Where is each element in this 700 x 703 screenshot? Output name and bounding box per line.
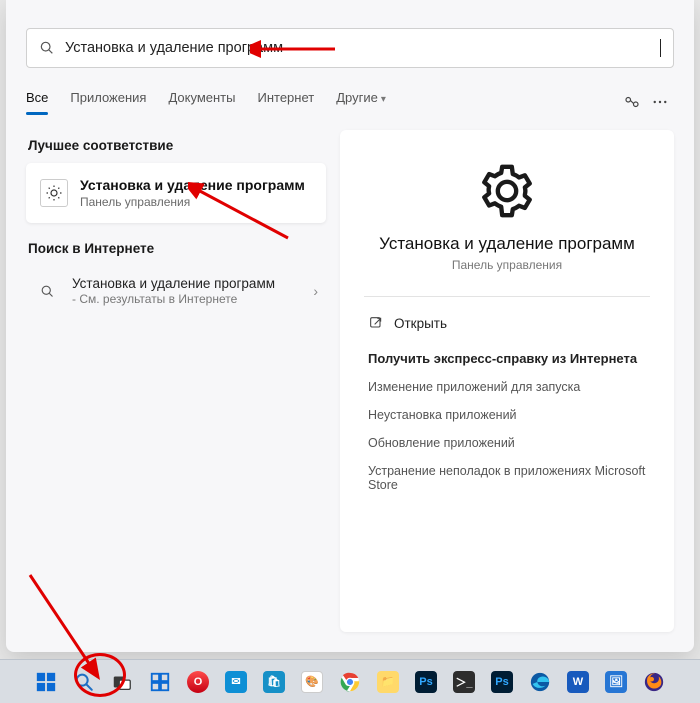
open-icon (368, 315, 384, 331)
detail-pane: Установка и удаление программ Панель упр… (340, 130, 674, 632)
taskbar-app-chrome[interactable] (334, 666, 366, 698)
more-options-button[interactable] (646, 88, 674, 116)
chevron-down-icon: ▾ (381, 94, 386, 105)
start-search-panel: Все Приложения Документы Интернет Другие… (6, 0, 694, 652)
photoshop-icon: Ps (415, 671, 437, 693)
taskbar: O ✉ 🛍 🎨 📁 Ps ＞_ Ps W 🖼 (0, 659, 700, 703)
task-view-button[interactable] (106, 666, 138, 698)
results-list: Лучшее соответствие Установка и удаление… (26, 130, 326, 632)
gear-icon (478, 162, 536, 220)
mail-icon: ✉ (225, 671, 247, 693)
chevron-right-icon: › (313, 283, 318, 299)
firefox-icon (643, 671, 665, 693)
help-link[interactable]: Обновление приложений (368, 436, 646, 450)
store-icon: 🛍 (263, 671, 285, 693)
gear-icon (40, 179, 68, 207)
task-view-icon (111, 671, 133, 693)
help-link[interactable]: Неустановка приложений (368, 408, 646, 422)
search-icon (73, 671, 95, 693)
taskbar-app-paint[interactable]: 🎨 (296, 666, 328, 698)
windows-logo-icon (35, 671, 57, 693)
folder-icon: 📁 (377, 671, 399, 693)
taskbar-app-photoshop[interactable]: Ps (410, 666, 442, 698)
open-label: Открыть (394, 316, 447, 331)
taskbar-app-widgets[interactable] (144, 666, 176, 698)
web-result-title: Установка и удаление программ (72, 276, 301, 291)
tab-all[interactable]: Все (26, 90, 48, 115)
help-link[interactable]: Устранение неполадок в приложениях Micro… (368, 464, 646, 492)
search-web-heading: Поиск в Интернете (28, 241, 326, 256)
paint-icon: 🎨 (301, 671, 323, 693)
taskbar-app-mail[interactable]: ✉ (220, 666, 252, 698)
tab-apps[interactable]: Приложения (70, 90, 146, 115)
search-icon (34, 284, 60, 299)
search-box[interactable] (26, 28, 674, 68)
help-heading: Получить экспресс-справку из Интернета (368, 351, 646, 366)
ellipsis-icon (651, 93, 669, 111)
detail-subtitle: Панель управления (452, 258, 562, 272)
help-link[interactable]: Изменение приложений для запуска (368, 380, 646, 394)
taskbar-app-store[interactable]: 🛍 (258, 666, 290, 698)
best-match-heading: Лучшее соответствие (28, 138, 326, 153)
taskbar-app-edge[interactable] (524, 666, 556, 698)
open-action[interactable]: Открыть (368, 315, 646, 331)
text-caret (660, 39, 661, 57)
detail-title: Установка и удаление программ (379, 234, 635, 254)
photos-icon: 🖼 (605, 671, 627, 693)
tab-web[interactable]: Интернет (257, 90, 314, 115)
web-result-subtitle: - См. результаты в Интернете (72, 292, 301, 306)
tab-documents[interactable]: Документы (168, 90, 235, 115)
taskbar-app-firefox[interactable] (638, 666, 670, 698)
results-content: Лучшее соответствие Установка и удаление… (6, 116, 694, 652)
taskbar-app-word[interactable]: W (562, 666, 594, 698)
connect-devices-icon[interactable] (618, 88, 646, 116)
search-icon (39, 40, 55, 56)
widgets-icon (149, 671, 171, 693)
search-box-container (6, 0, 694, 80)
search-input[interactable] (65, 40, 660, 56)
edge-icon (529, 671, 551, 693)
chrome-icon (339, 671, 361, 693)
taskbar-app-photos[interactable]: 🖼 (600, 666, 632, 698)
filter-tabs: Все Приложения Документы Интернет Другие… (6, 80, 694, 116)
result-title: Установка и удаление программ (80, 177, 305, 193)
tab-more[interactable]: Другие▾ (336, 90, 386, 115)
taskbar-app-terminal[interactable]: ＞_ (448, 666, 480, 698)
best-match-result[interactable]: Установка и удаление программ Панель упр… (26, 163, 326, 223)
web-search-result[interactable]: Установка и удаление программ - См. резу… (26, 266, 326, 316)
detail-hero: Установка и удаление программ Панель упр… (368, 152, 646, 296)
terminal-icon: ＞_ (453, 671, 475, 693)
taskbar-app-photoshop-2[interactable]: Ps (486, 666, 518, 698)
result-subtitle: Панель управления (80, 195, 305, 209)
taskbar-search-button[interactable] (68, 666, 100, 698)
photoshop-icon: Ps (491, 671, 513, 693)
word-icon: W (567, 671, 589, 693)
taskbar-app-opera[interactable]: O (182, 666, 214, 698)
divider (364, 296, 650, 297)
opera-icon: O (187, 671, 209, 693)
taskbar-app-explorer[interactable]: 📁 (372, 666, 404, 698)
start-button[interactable] (30, 666, 62, 698)
